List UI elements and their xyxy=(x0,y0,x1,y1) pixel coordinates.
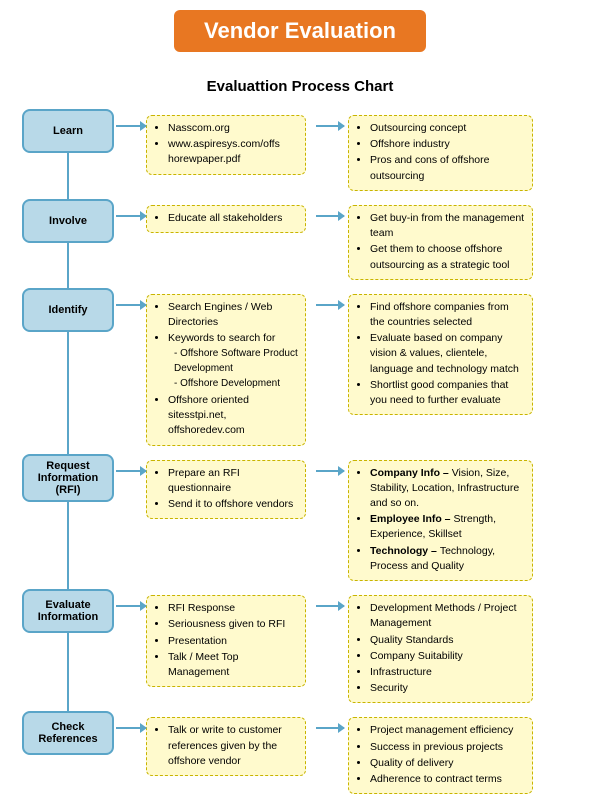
right-item: Offshore industry xyxy=(370,137,525,152)
right-cell-evaluate: RFI ResponseSeriousness given to RFI Pres… xyxy=(116,589,590,711)
arrow1-involve xyxy=(116,215,146,217)
step-box-identify: Identify xyxy=(22,288,114,332)
mid-item: Keywords to search for xyxy=(168,331,298,346)
arrow2-evaluate xyxy=(316,605,344,607)
right-cell-identify: Search Engines / Web DirectoriesKeywords… xyxy=(116,288,590,454)
vline-1 xyxy=(67,243,69,288)
right-box-check: Project management efficiency Success in … xyxy=(348,717,533,794)
right-item: Adherence to contract terms xyxy=(370,772,525,787)
left-cell-evaluate: Evaluate Information xyxy=(20,589,116,711)
main-row-check: Check References Talk or write to custome… xyxy=(20,711,590,802)
mid-item: Talk or write to customer references giv… xyxy=(168,723,298,769)
main-row-learn: Learn Nasscom.orgwww.aspiresys.com/offs h… xyxy=(20,109,590,199)
mid-item: - Offshore Development xyxy=(168,377,298,392)
right-box-rfi: Company Info – Vision, Size, Stability, … xyxy=(348,460,533,582)
right-item: Success in previous projects xyxy=(370,740,525,755)
right-item: Employee Info – Strength, Experience, Sk… xyxy=(370,512,525,542)
page-title: Vendor Evaluation xyxy=(174,10,426,52)
main-row-identify: Identify Search Engines / Web Directories… xyxy=(20,288,590,454)
right-box-learn: Outsourcing conceptOffshore industryPros… xyxy=(348,115,533,191)
left-cell-involve: Involve xyxy=(20,199,116,288)
left-cell-rfi: Request Information (RFI) xyxy=(20,454,116,590)
mid-box-involve: Educate all stakeholders xyxy=(146,205,306,233)
right-box-evaluate: Development Methods / Project Management… xyxy=(348,595,533,703)
right-item: Shortlist good companies that you need t… xyxy=(370,378,525,408)
right-item: Get them to choose offshore outsourcing … xyxy=(370,242,525,272)
arrow2-involve xyxy=(316,215,344,217)
step-box-involve: Involve xyxy=(22,199,114,243)
right-item: Development Methods / Project Management xyxy=(370,601,525,631)
mid-item: Send it to offshore vendors xyxy=(168,497,298,512)
mid-box-rfi: Prepare an RFI questionnaireSend it to o… xyxy=(146,460,306,520)
mid-item: Search Engines / Web Directories xyxy=(168,300,298,330)
chart-area: Learn Nasscom.orgwww.aspiresys.com/offs h… xyxy=(10,109,590,802)
right-item: Evaluate based on company vision & value… xyxy=(370,331,525,377)
mid-box-identify: Search Engines / Web DirectoriesKeywords… xyxy=(146,294,306,446)
arrow2-identify xyxy=(316,304,344,306)
right-cell-learn: Nasscom.orgwww.aspiresys.com/offs horewp… xyxy=(116,109,590,199)
right-item: Pros and cons of offshore outsourcing xyxy=(370,153,525,183)
right-item: Quality Standards xyxy=(370,633,525,648)
right-cell-check: Talk or write to customer references giv… xyxy=(116,711,590,802)
right-item: Technology – Technology, Process and Qua… xyxy=(370,544,525,574)
right-item: Find offshore companies from the countri… xyxy=(370,300,525,330)
left-cell-check: Check References xyxy=(20,711,116,802)
arrow2-learn xyxy=(316,125,344,127)
right-item: Project management efficiency xyxy=(370,723,525,738)
main-row-involve: Involve Educate all stakeholders Get buy-i… xyxy=(20,199,590,288)
mid-item: RFI Response xyxy=(168,601,298,616)
main-row-rfi: Request Information (RFI) Prepare an RFI … xyxy=(20,454,590,590)
left-cell-identify: Identify xyxy=(20,288,116,454)
right-item: Get buy-in from the management team xyxy=(370,211,525,241)
vline-2 xyxy=(67,332,69,454)
step-box-check: Check References xyxy=(22,711,114,755)
mid-item: Educate all stakeholders xyxy=(168,211,298,226)
mid-item: Presentation xyxy=(168,634,298,649)
mid-box-evaluate: RFI ResponseSeriousness given to RFI Pres… xyxy=(146,595,306,687)
right-cell-rfi: Prepare an RFI questionnaireSend it to o… xyxy=(116,454,590,590)
mid-box-check: Talk or write to customer references giv… xyxy=(146,717,306,776)
mid-item: Nasscom.org xyxy=(168,121,298,136)
right-item: Quality of delivery xyxy=(370,756,525,771)
mid-item: www.aspiresys.com/offs horewpaper.pdf xyxy=(168,137,298,167)
right-box-identify: Find offshore companies from the countri… xyxy=(348,294,533,416)
step-box-rfi: Request Information (RFI) xyxy=(22,454,114,502)
arrow1-identify xyxy=(116,304,146,306)
right-item: Outsourcing concept xyxy=(370,121,525,136)
mid-item: Talk / Meet Top Management xyxy=(168,650,298,680)
left-cell-learn: Learn xyxy=(20,109,116,199)
right-box-involve: Get buy-in from the management teamGet t… xyxy=(348,205,533,280)
vline-4 xyxy=(67,633,69,711)
arrow2-check xyxy=(316,727,344,729)
mid-item: Offshore oriented sitesstpi.net, offshor… xyxy=(168,393,298,439)
arrow2-rfi xyxy=(316,470,344,472)
main-layout: Learn Nasscom.orgwww.aspiresys.com/offs h… xyxy=(20,109,590,802)
right-cell-involve: Educate all stakeholders Get buy-in from … xyxy=(116,199,590,288)
right-item: Security xyxy=(370,681,525,696)
arrow1-evaluate xyxy=(116,605,146,607)
arrow1-check xyxy=(116,727,146,729)
right-item: Company Info – Vision, Size, Stability, … xyxy=(370,466,525,512)
arrow1-rfi xyxy=(116,470,146,472)
mid-box-learn: Nasscom.orgwww.aspiresys.com/offs horewp… xyxy=(146,115,306,175)
vline-0 xyxy=(67,153,69,199)
right-item: Company Suitability xyxy=(370,649,525,664)
step-box-evaluate: Evaluate Information xyxy=(22,589,114,633)
arrow1-learn xyxy=(116,125,146,127)
right-item: Infrastructure xyxy=(370,665,525,680)
vline-3 xyxy=(67,502,69,590)
mid-item: Seriousness given to RFI xyxy=(168,617,298,632)
main-row-evaluate: Evaluate Information RFI ResponseSeriousn… xyxy=(20,589,590,711)
chart-title: Evaluattion Process Chart xyxy=(10,78,590,95)
mid-item: Prepare an RFI questionnaire xyxy=(168,466,298,496)
step-box-learn: Learn xyxy=(22,109,114,153)
mid-item: - Offshore Software Product Development xyxy=(168,347,298,376)
